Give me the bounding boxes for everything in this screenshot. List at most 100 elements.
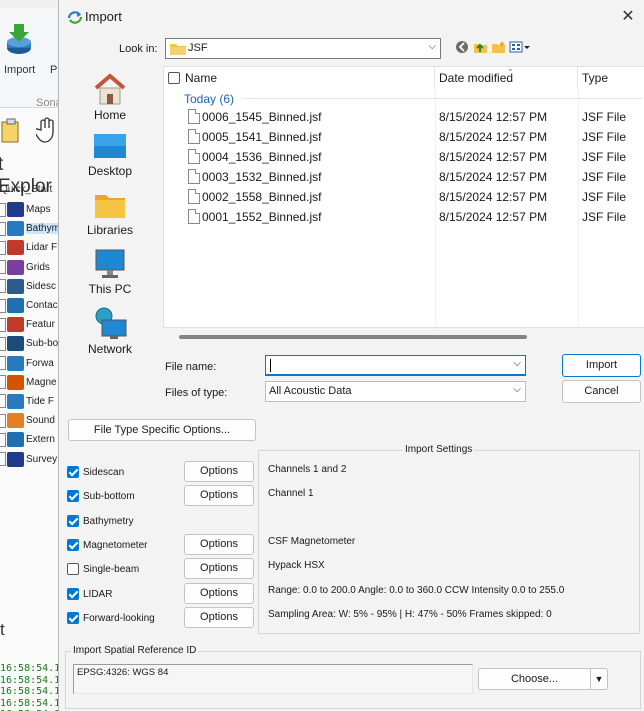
tree-expander[interactable]	[0, 317, 6, 332]
tree-expander[interactable]	[0, 375, 6, 390]
clipboard-icon[interactable]	[0, 118, 22, 144]
place-desktop[interactable]: Desktop	[65, 132, 155, 178]
group-header-today[interactable]: Today (6)	[184, 92, 234, 106]
tree-item[interactable]: Sound	[0, 411, 60, 430]
tree-expander[interactable]	[0, 452, 6, 467]
file-type-options-button[interactable]: File Type Specific Options...	[68, 419, 256, 441]
import-button[interactable]: Import	[562, 354, 641, 377]
tree-item-label: Contac	[26, 300, 58, 312]
tree-expander[interactable]	[0, 413, 6, 428]
chevron-down-icon[interactable]: ⌵	[428, 41, 436, 52]
options-button-lidar[interactable]: Options	[184, 583, 254, 604]
checkbox-box[interactable]	[67, 588, 79, 600]
tree-item[interactable]: Tide F	[0, 392, 60, 411]
checkbox-single-beam[interactable]: Single-beam	[67, 561, 139, 577]
place-home[interactable]: Home	[65, 72, 155, 122]
tree-expander[interactable]	[0, 356, 6, 371]
file-name-label: File name:	[165, 361, 217, 373]
tree-item[interactable]: Forwa	[0, 354, 60, 373]
tree-item[interactable]: Grids	[0, 258, 60, 277]
quick-start-item[interactable]: Quick_Start	[0, 184, 52, 195]
chevron-down-icon[interactable]: ⌵	[513, 358, 521, 369]
file-row[interactable]: 0003_1532_Binned.jsf 8/15/2024 12:57 PM JS…	[164, 167, 644, 187]
choose-dropdown-button[interactable]: ▼	[590, 668, 608, 690]
setting-summary: Sampling Area: W: 5% - 95% | H: 47% - 50…	[268, 609, 552, 620]
files-of-type-select[interactable]: All Acoustic Data ⌵	[265, 381, 526, 402]
tree-item-label: Magne	[26, 376, 57, 388]
choose-button[interactable]: Choose...	[478, 668, 591, 690]
place-network[interactable]: Network	[65, 306, 155, 356]
select-all-checkbox[interactable]	[168, 72, 180, 84]
checkbox-box[interactable]	[67, 539, 79, 551]
checkbox-magnetometer[interactable]: Magnetometer	[67, 537, 147, 553]
column-name[interactable]: Name	[164, 67, 435, 89]
look-in-combo[interactable]: JSF ⌵	[165, 38, 441, 59]
file-row[interactable]: 0004_1536_Binned.jsf 8/15/2024 12:57 PM JS…	[164, 147, 644, 167]
horizontal-scrollbar[interactable]	[179, 335, 527, 339]
tree-expander[interactable]	[0, 221, 6, 236]
checkbox-box[interactable]	[67, 612, 79, 624]
tree-expander[interactable]	[0, 202, 6, 217]
checkbox-box[interactable]	[67, 563, 79, 575]
checkbox-lidar[interactable]: LIDAR	[67, 586, 112, 602]
column-type[interactable]: Type	[578, 67, 644, 89]
close-button[interactable]: ✕	[617, 6, 639, 28]
tree-expander[interactable]	[0, 432, 6, 447]
tree-expander[interactable]	[0, 394, 6, 409]
hand-pan-icon[interactable]	[36, 116, 58, 144]
options-button-forward-looking[interactable]: Options	[184, 607, 254, 628]
tree-item-label: Sub-bo	[26, 338, 59, 350]
tree-item[interactable]: Sub-bo	[0, 334, 60, 353]
tree-expander[interactable]	[0, 240, 6, 255]
dialog-titlebar[interactable]: Import ✕	[59, 0, 644, 34]
options-button-sub-bottom[interactable]: Options	[184, 485, 254, 506]
tree-item[interactable]: Magne	[0, 373, 60, 392]
ribbon-p-label[interactable]: P	[50, 64, 57, 76]
file-name-input[interactable]: ⌵	[265, 355, 526, 376]
place-this-pc[interactable]: This PC	[65, 248, 155, 296]
checkbox-box[interactable]	[67, 490, 79, 502]
back-icon[interactable]	[455, 40, 470, 54]
file-row[interactable]: 0005_1541_Binned.jsf 8/15/2024 12:57 PM JS…	[164, 127, 644, 147]
tree-item[interactable]: Lidar F	[0, 238, 60, 257]
tree-expander[interactable]	[0, 279, 6, 294]
place-label: Network	[87, 342, 132, 356]
place-libraries[interactable]: Libraries	[65, 191, 155, 237]
magnet-icon	[7, 374, 24, 390]
tree-item[interactable]: Extern	[0, 430, 60, 449]
tree-expander[interactable]	[0, 260, 6, 275]
file-row[interactable]: 0001_1552_Binned.jsf 8/15/2024 12:57 PM JS…	[164, 207, 644, 227]
checkbox-box[interactable]	[67, 515, 79, 527]
view-menu-icon[interactable]	[509, 40, 531, 54]
file-row[interactable]: 0006_1545_Binned.jsf 8/15/2024 12:57 PM JS…	[164, 107, 644, 127]
chevron-down-icon[interactable]: ⌵	[513, 384, 521, 395]
options-button-magnetometer[interactable]: Options	[184, 534, 254, 555]
cancel-button[interactable]: Cancel	[562, 380, 641, 403]
tree-item[interactable]: Contac	[0, 296, 60, 315]
log-line: 16:58:54.186	[0, 686, 60, 697]
tree-item[interactable]: Featur	[0, 315, 60, 334]
ribbon-import-label[interactable]: Import	[4, 64, 35, 76]
sound-icon	[7, 413, 24, 429]
new-folder-icon[interactable]	[491, 40, 506, 54]
file-list[interactable]: Name Date modified Type ⌄ Today (6) 0006…	[163, 64, 644, 329]
import-ribbon-icon[interactable]	[6, 22, 32, 56]
checkbox-sub-bottom[interactable]: Sub-bottom	[67, 488, 135, 504]
tree-item[interactable]: Maps	[0, 200, 60, 219]
checkbox-bathymetry[interactable]: Bathymetry	[67, 513, 134, 529]
checkbox-sidescan[interactable]: Sidescan	[67, 464, 124, 480]
checkbox-box[interactable]	[67, 466, 79, 478]
tree-expander[interactable]	[0, 298, 6, 313]
tree-item[interactable]: Survey	[0, 449, 60, 468]
network-icon	[95, 307, 127, 339]
options-button-single-beam[interactable]: Options	[184, 558, 254, 579]
tree-item[interactable]: Bathym	[0, 219, 60, 238]
spatial-reference-field[interactable]: EPSG:4326: WGS 84	[73, 664, 473, 694]
navigation-toolbar	[455, 40, 535, 58]
file-row[interactable]: 0002_1558_Binned.jsf 8/15/2024 12:57 PM JS…	[164, 187, 644, 207]
tree-item[interactable]: Sidesc	[0, 277, 60, 296]
tree-expander[interactable]	[0, 336, 6, 351]
up-folder-icon[interactable]	[473, 40, 488, 54]
options-button-sidescan[interactable]: Options	[184, 461, 254, 482]
checkbox-forward-looking[interactable]: Forward-looking	[67, 610, 155, 626]
